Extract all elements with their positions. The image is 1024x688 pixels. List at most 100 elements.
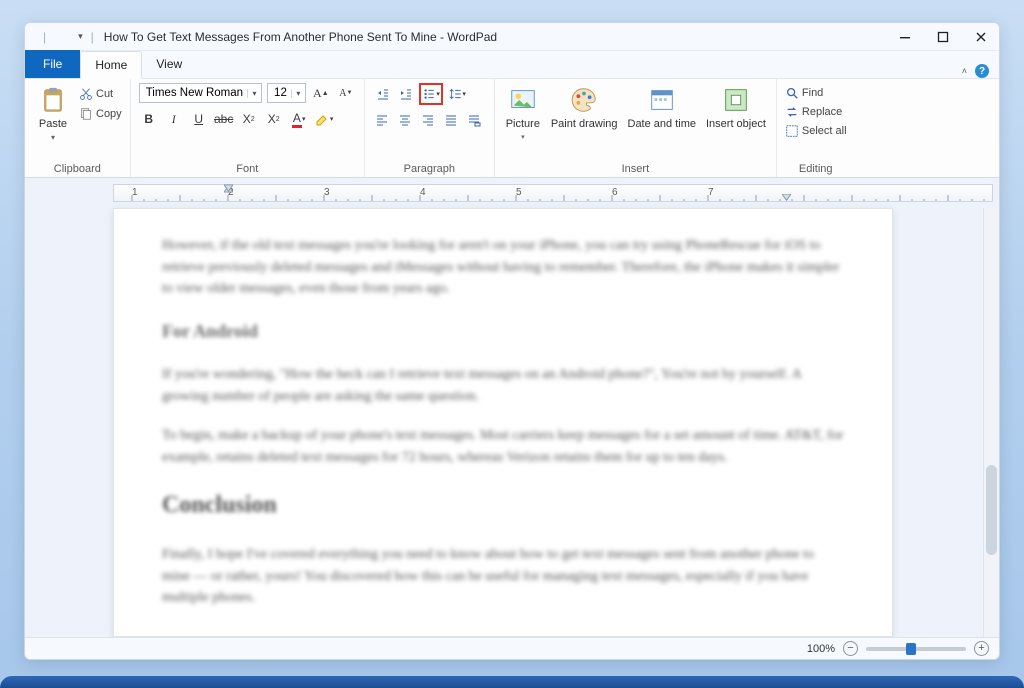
paragraph-dialog-button[interactable] [465,111,483,129]
zoom-in-button[interactable]: + [974,641,989,656]
paste-label: Paste [39,118,67,130]
quick-access-toolbar: | ▾ | [35,30,94,44]
blurred-paragraph: Finally, I hope I've covered everything … [162,544,844,609]
ribbon: Paste ▾ Cut Copy Clipboard [25,79,999,178]
grow-font-button[interactable]: A▲ [311,83,331,103]
zoom-out-button[interactable]: − [843,641,858,656]
calendar-icon [647,85,677,115]
zoom-slider-handle[interactable] [906,643,916,655]
underline-button[interactable]: U [189,109,209,129]
select-all-button[interactable]: Select all [785,123,847,139]
ruler-number: 3 [324,187,330,198]
subscript-button[interactable]: X2 [239,109,259,129]
strikethrough-button[interactable]: abc [214,109,234,129]
italic-button[interactable]: I [164,109,184,129]
ruler-ticks [114,185,992,201]
font-color-button[interactable]: A▾ [289,109,309,129]
chevron-down-icon: ▾ [247,89,261,98]
help-icon[interactable]: ? [975,64,989,78]
windows-taskbar [0,676,1024,688]
group-label-paragraph: Paragraph [373,160,486,177]
bullets-highlighted: ▾ [419,83,443,105]
group-editing: Find Replace Select all Editing [777,79,855,177]
chevron-down-icon: ▾ [51,133,55,142]
increase-indent-button[interactable] [396,85,414,103]
group-label-clipboard: Clipboard [33,160,122,177]
zoom-percent: 100% [807,643,835,655]
justify-button[interactable] [442,111,460,129]
replace-icon [785,105,799,119]
vertical-scrollbar[interactable] [983,208,999,637]
decrease-indent-button[interactable] [373,85,391,103]
superscript-button[interactable]: X2 [264,109,284,129]
highlight-button[interactable]: ▾ [314,109,334,129]
blurred-heading: For Android [162,318,844,346]
title-bar: | ▾ | How To Get Text Messages From Anot… [25,23,999,51]
replace-button[interactable]: Replace [785,104,842,120]
group-label-font: Font [139,160,356,177]
ruler-number: 7 [708,187,714,198]
ruler-number: 4 [420,187,426,198]
zoom-slider[interactable] [866,647,966,651]
find-button[interactable]: Find [785,85,823,101]
insert-object-button[interactable]: Insert object [704,83,768,132]
close-button[interactable] [973,29,989,45]
group-paragraph: ▾ ▾ Paragraph [365,79,495,177]
wordpad-window: | ▾ | How To Get Text Messages From Anot… [24,22,1000,660]
copy-button[interactable]: Copy [79,106,122,122]
indent-marker[interactable] [224,184,233,193]
chevron-down-icon: ▾ [291,89,305,98]
selectall-icon [785,124,799,138]
group-label-editing: Editing [785,160,847,177]
blurred-paragraph: To begin, make a backup of your phone's … [162,425,844,468]
font-size-combo[interactable]: 12▾ [267,83,306,103]
paste-button[interactable]: Paste ▾ [33,83,73,144]
tab-home[interactable]: Home [80,51,142,79]
align-left-button[interactable] [373,111,391,129]
shrink-font-button[interactable]: A▼ [336,83,356,103]
right-indent-marker[interactable] [782,194,791,203]
date-time-button[interactable]: Date and time [626,83,698,132]
scrollbar-thumb[interactable] [986,465,997,555]
qat-divider: | [43,30,46,44]
copy-icon [79,107,93,121]
paint-drawing-button[interactable]: Paint drawing [549,83,620,132]
font-family-combo[interactable]: Times New Roman▾ [139,83,262,103]
ruler-number: 6 [612,187,618,198]
status-bar: 100% − + [25,637,999,659]
blurred-heading: Conclusion [162,487,844,524]
maximize-button[interactable] [935,29,951,45]
tab-file[interactable]: File [25,50,80,78]
cut-button[interactable]: Cut [79,86,122,102]
align-center-button[interactable] [396,111,414,129]
document-area: 1234567 However, if the old text message… [25,178,999,637]
horizontal-ruler[interactable]: 1234567 [113,184,993,202]
collapse-ribbon-icon[interactable]: ˄ [962,66,967,76]
blurred-paragraph: However, if the old text messages you're… [162,235,844,300]
group-label-insert: Insert [503,160,768,177]
minimize-button[interactable] [897,29,913,45]
qat-divider: | [91,30,94,44]
ribbon-tabs: File Home View ˄ ? [25,51,999,79]
clipboard-icon [38,85,68,115]
group-font: Times New Roman▾ 12▾ A▲ A▼ B I U abc X2 … [131,79,365,177]
group-clipboard: Paste ▾ Cut Copy Clipboard [25,79,131,177]
window-title: How To Get Text Messages From Another Ph… [104,30,497,44]
bullets-button[interactable]: ▾ [422,85,440,103]
align-right-button[interactable] [419,111,437,129]
object-icon [721,85,751,115]
blurred-paragraph: If you're wondering, "How the heck can I… [162,364,844,407]
qat-customize-icon[interactable]: ▾ [78,31,83,42]
scissors-icon [79,87,93,101]
palette-icon [569,85,599,115]
tab-view[interactable]: View [142,50,196,78]
picture-icon [508,85,538,115]
document-page[interactable]: However, if the old text messages you're… [113,208,893,637]
find-icon [785,86,799,100]
group-insert: Picture▾ Paint drawing Date and time Ins… [495,79,777,177]
line-spacing-button[interactable]: ▾ [448,85,466,103]
ruler-number: 5 [516,187,522,198]
picture-button[interactable]: Picture▾ [503,83,543,143]
ruler-number: 1 [132,187,138,198]
bold-button[interactable]: B [139,109,159,129]
